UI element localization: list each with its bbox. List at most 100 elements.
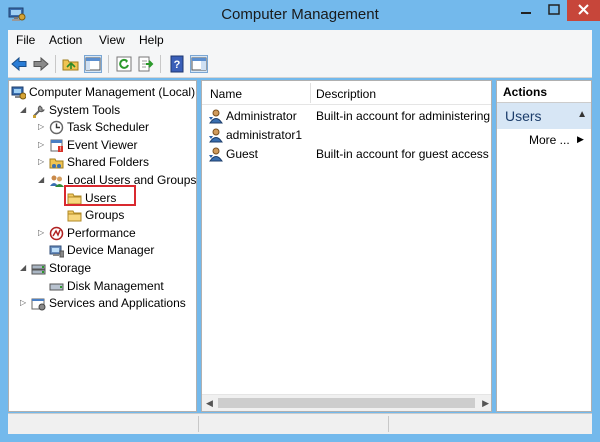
minimize-icon [521,12,531,14]
user-description-cell: Built-in account for guest access t [316,147,492,161]
shared-folders-icon [49,155,64,170]
user-name-cell: administrator1 [226,128,303,142]
menu-help[interactable]: Help [139,33,164,47]
user-name-cell: Guest [226,147,259,161]
tree-item-label: Device Manager [67,243,155,258]
tree-item-event-viewer[interactable]: ▷! Event Viewer [9,137,196,154]
tree-item-performance[interactable]: ▷ Performance [9,225,196,242]
computer-management-window: Computer Management File Action View Hel… [0,0,600,442]
window-title: Computer Management [221,6,379,23]
toolbar-separator [160,55,161,73]
collapse-section-icon[interactable]: ▲ [577,109,587,120]
collapsed-arrow-icon[interactable]: ▷ [38,157,44,166]
storage-icon [31,261,46,276]
forward-icon[interactable] [32,55,50,73]
tree-item-groups[interactable]: Groups [9,207,196,224]
event-viewer-icon: ! [49,138,64,153]
tree-item-label: Performance [67,225,136,240]
user-description-cell: Built-in account for administering [316,109,491,123]
tree-item-label: System Tools [49,102,121,117]
actions-section-label: Users [505,108,542,124]
console-tree-pane[interactable]: Computer Management (Local) ◢ System Tools… [8,80,197,412]
list-row-user[interactable]: Administrator Built-in account for admini… [202,107,491,125]
toolbar: ? [8,50,592,78]
scrollbar-thumb[interactable] [218,398,475,408]
folder-icon [67,208,82,223]
tree-item-label: Disk Management [67,278,164,293]
results-list-pane[interactable]: Name Description Administrator Built-in a… [201,80,492,412]
performance-icon [49,226,64,241]
system-tools-icon [31,103,46,118]
back-icon[interactable] [10,55,28,73]
up-folder-icon[interactable] [62,55,80,73]
users-highlight-box [64,185,136,206]
tree-item-label: Services and Applications [49,296,186,311]
export-list-icon[interactable] [137,55,155,73]
tree-item-system-tools[interactable]: ◢ System Tools [9,102,196,119]
help-icon[interactable]: ? [168,55,186,73]
menu-view[interactable]: View [99,33,125,47]
close-icon [578,4,589,15]
list-row-user[interactable]: Guest Built-in account for guest access t [202,145,492,163]
task-scheduler-icon [49,120,64,135]
actions-title: Actions [497,81,591,103]
maximize-button[interactable] [540,0,568,21]
expanded-arrow-icon[interactable]: ◢ [20,105,26,114]
minimize-button[interactable] [512,0,540,21]
tree-item-label: Shared Folders [67,155,150,170]
status-bar [8,413,592,434]
services-applications-icon [31,296,46,311]
column-divider[interactable] [310,83,311,103]
scroll-right-icon[interactable]: ▶ [482,398,489,409]
close-button[interactable] [567,0,600,21]
expanded-arrow-icon[interactable]: ◢ [20,263,26,272]
menu-bar: File Action View Help [8,30,592,50]
device-manager-icon [49,243,65,258]
show-hide-tree-icon[interactable] [84,55,102,73]
submenu-arrow-icon: ▶ [577,134,584,144]
user-account-icon [208,127,224,143]
toolbar-separator [108,55,109,73]
menu-file[interactable]: File [16,33,35,47]
tree-item-label: Groups [85,208,125,223]
disk-management-icon [49,279,64,294]
tree-item-label: Storage [49,261,92,275]
tree-item-disk-management[interactable]: Disk Management [9,278,196,295]
tree-item-device-manager[interactable]: Device Manager [9,242,196,259]
user-name-cell: Administrator [226,109,297,123]
refresh-icon[interactable] [115,55,133,73]
tree-item-task-scheduler[interactable]: ▷ Task Scheduler [9,119,196,136]
horizontal-scrollbar[interactable]: ◀ ▶ [202,394,491,411]
collapsed-arrow-icon[interactable]: ▷ [38,228,44,237]
tree-item-label: Event Viewer [67,137,138,152]
actions-pane: Actions Users ▲ More ... ▶ [496,80,592,412]
user-account-icon [208,146,224,162]
tree-item-storage[interactable]: ◢ Storage [9,260,196,277]
tree-item-computer-management-local[interactable]: Computer Management (Local) [9,84,196,101]
expanded-arrow-icon[interactable]: ◢ [38,175,44,184]
status-divider [198,416,199,432]
actions-section-users[interactable]: Users ▲ [497,103,591,129]
tree-item-label: Computer Management (Local) [29,85,196,99]
show-hide-action-pane-icon[interactable] [190,55,208,73]
tree-item-label: Task Scheduler [67,120,150,135]
menu-action[interactable]: Action [49,33,82,47]
action-more[interactable]: More ... [529,133,570,147]
toolbar-separator [55,55,56,73]
computer-management-icon [11,85,27,100]
tree-item-services-and-applications[interactable]: ▷ Services and Applications [9,295,196,312]
list-header: Name Description [202,81,491,105]
column-header-description[interactable]: Description [316,87,376,101]
collapsed-arrow-icon[interactable]: ▷ [20,298,26,307]
collapsed-arrow-icon[interactable]: ▷ [38,122,44,131]
title-bar[interactable]: Computer Management [0,0,600,30]
scroll-left-icon[interactable]: ◀ [206,398,213,409]
column-header-name[interactable]: Name [210,87,242,101]
tree-item-shared-folders[interactable]: ▷ Shared Folders [9,154,196,171]
list-row-user[interactable]: administrator1 [202,126,491,144]
local-users-groups-icon [49,173,64,188]
status-divider [388,416,389,432]
maximize-icon [548,4,560,15]
user-account-icon [208,108,224,124]
collapsed-arrow-icon[interactable]: ▷ [38,140,44,149]
